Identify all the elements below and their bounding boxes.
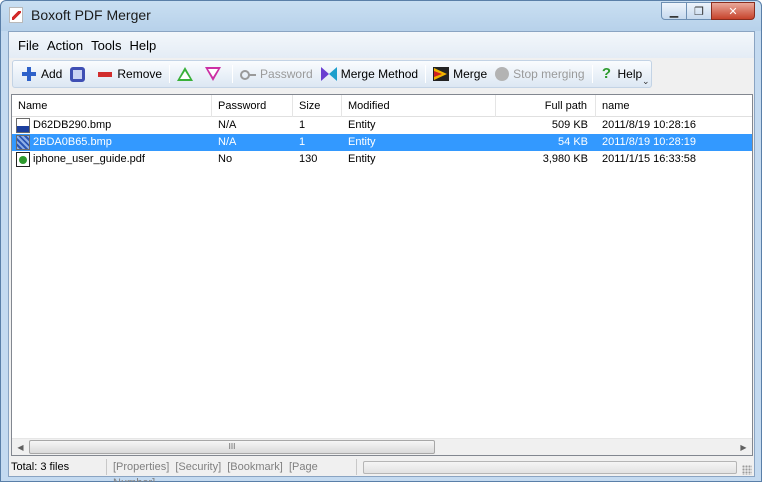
column-header-name[interactable]: Name xyxy=(12,95,212,117)
cell-name: D62DB290.bmp xyxy=(12,117,212,134)
add-folder-button[interactable] xyxy=(66,63,93,85)
cell-size: 1 xyxy=(299,119,306,131)
minimize-button[interactable]: ▁ xyxy=(661,2,687,20)
status-link-security[interactable]: [Security] xyxy=(175,461,221,473)
arrow-down-icon xyxy=(205,67,222,81)
cell-name: 2BDA0B65.bmp xyxy=(12,134,212,151)
list-header: Name Password Size Modified Full path na… xyxy=(12,95,752,117)
merge-progress-bar xyxy=(363,460,737,474)
plus-icon xyxy=(21,66,37,82)
move-up-button[interactable] xyxy=(173,63,201,85)
status-total-files: Total: 3 files xyxy=(9,459,107,475)
scrollbar-thumb[interactable]: III xyxy=(29,440,435,454)
scroll-left-arrow-icon[interactable]: ◀ xyxy=(12,439,29,455)
cell-modified: Entity xyxy=(348,153,376,165)
menu-file[interactable]: File xyxy=(17,36,40,55)
file-name: D62DB290.bmp xyxy=(33,119,112,131)
toolbar-overflow-chevron-icon[interactable]: ⌄ xyxy=(642,76,651,94)
horizontal-scrollbar[interactable]: ◀ III ▶ xyxy=(12,438,752,455)
cell-date: 2011/1/15 16:33:58 xyxy=(602,153,696,165)
remove-label: Remove xyxy=(117,67,163,81)
minus-icon xyxy=(97,66,113,82)
status-links: [Properties] [Security] [Bookmark] [Page… xyxy=(107,459,357,482)
status-bar: Total: 3 files [Properties] [Security] [… xyxy=(9,458,754,482)
merge-method-icon xyxy=(320,66,337,82)
menu-action[interactable]: Action xyxy=(46,36,84,55)
toolbar-separator xyxy=(232,65,234,83)
merge-method-label: Merge Method xyxy=(340,67,419,81)
toolbar: Add Remove Password Merge Method Merge S… xyxy=(12,60,652,88)
table-row[interactable]: D62DB290.bmp N/A 1 Entity 509 KB 2011/8/… xyxy=(12,117,752,134)
app-pdf-icon xyxy=(9,7,23,23)
status-link-bookmark[interactable]: [Bookmark] xyxy=(227,461,283,473)
column-header-full-path[interactable]: Full path xyxy=(496,95,596,117)
help-button[interactable]: ? Help xyxy=(596,63,647,85)
menu-bar: File Action Tools Help xyxy=(9,32,754,58)
menu-help[interactable]: Help xyxy=(128,36,157,55)
stop-icon xyxy=(495,67,510,81)
merge-button[interactable]: Merge xyxy=(429,63,491,85)
scroll-right-arrow-icon[interactable]: ▶ xyxy=(735,439,752,455)
stop-merging-button[interactable]: Stop merging xyxy=(491,63,588,85)
table-row[interactable]: iphone_user_guide.pdf No 130 Entity 3,98… xyxy=(12,151,752,168)
cell-full-path: 54 KB xyxy=(558,136,588,148)
cell-modified: Entity xyxy=(348,119,376,131)
cell-full-path: 3,980 KB xyxy=(542,153,588,165)
cell-password: No xyxy=(218,153,233,165)
help-label: Help xyxy=(617,67,643,81)
toolbar-separator xyxy=(591,65,593,83)
cell-modified: Entity xyxy=(348,136,376,148)
client-area: File Action Tools Help Add Remove Passwo… xyxy=(8,31,755,482)
file-name: 2BDA0B65.bmp xyxy=(33,136,112,148)
cell-name: iphone_user_guide.pdf xyxy=(12,151,212,168)
key-icon xyxy=(240,66,257,82)
add-button[interactable]: Add xyxy=(17,63,66,85)
cell-full-path: 509 KB xyxy=(551,119,588,131)
remove-button[interactable]: Remove xyxy=(93,63,166,85)
cell-size: 1 xyxy=(299,136,306,148)
status-link-properties[interactable]: [Properties] xyxy=(113,461,169,473)
password-label: Password xyxy=(260,67,313,81)
cell-date: 2011/8/19 10:28:16 xyxy=(602,119,696,131)
close-button[interactable]: ✕ xyxy=(711,2,755,20)
menu-tools[interactable]: Tools xyxy=(90,36,122,55)
column-header-password[interactable]: Password xyxy=(212,95,293,117)
column-header-size[interactable]: Size xyxy=(293,95,342,117)
question-icon: ? xyxy=(601,65,612,82)
cell-password: N/A xyxy=(218,136,237,148)
title-bar[interactable]: Boxoft PDF Merger ▁ ❐ ✕ xyxy=(1,1,761,31)
file-list[interactable]: Name Password Size Modified Full path na… xyxy=(11,94,753,456)
add-label: Add xyxy=(41,67,63,81)
window-title: Boxoft PDF Merger xyxy=(31,7,151,23)
pdf-file-icon xyxy=(16,152,30,167)
bmp-file-icon xyxy=(16,135,30,150)
resize-grip-icon[interactable] xyxy=(742,465,752,475)
toolbar-separator xyxy=(425,65,427,83)
toolbar-separator xyxy=(169,65,171,83)
file-name: iphone_user_guide.pdf xyxy=(33,153,145,165)
bmp-file-icon xyxy=(16,118,30,133)
restore-button[interactable]: ❐ xyxy=(686,2,712,20)
arrow-up-icon xyxy=(177,67,194,81)
cell-size: 130 xyxy=(299,153,318,165)
stop-merging-label: Stop merging xyxy=(513,67,585,81)
folder-square-icon xyxy=(70,66,86,82)
column-header-date[interactable]: name xyxy=(596,95,752,117)
cell-date: 2011/8/19 10:28:19 xyxy=(602,136,696,148)
app-window: Boxoft PDF Merger ▁ ❐ ✕ File Action Tool… xyxy=(0,0,762,482)
merge-flag-icon xyxy=(433,67,450,81)
password-button[interactable]: Password xyxy=(236,63,317,85)
column-header-modified[interactable]: Modified xyxy=(342,95,496,117)
table-row-selected[interactable]: 2BDA0B65.bmp N/A 1 Entity 54 KB 2011/8/1… xyxy=(12,134,752,151)
merge-label: Merge xyxy=(453,67,488,81)
cell-password: N/A xyxy=(218,119,237,131)
merge-method-button[interactable]: Merge Method xyxy=(317,63,422,85)
move-down-button[interactable] xyxy=(201,63,229,85)
window-controls: ▁ ❐ ✕ xyxy=(661,2,755,20)
